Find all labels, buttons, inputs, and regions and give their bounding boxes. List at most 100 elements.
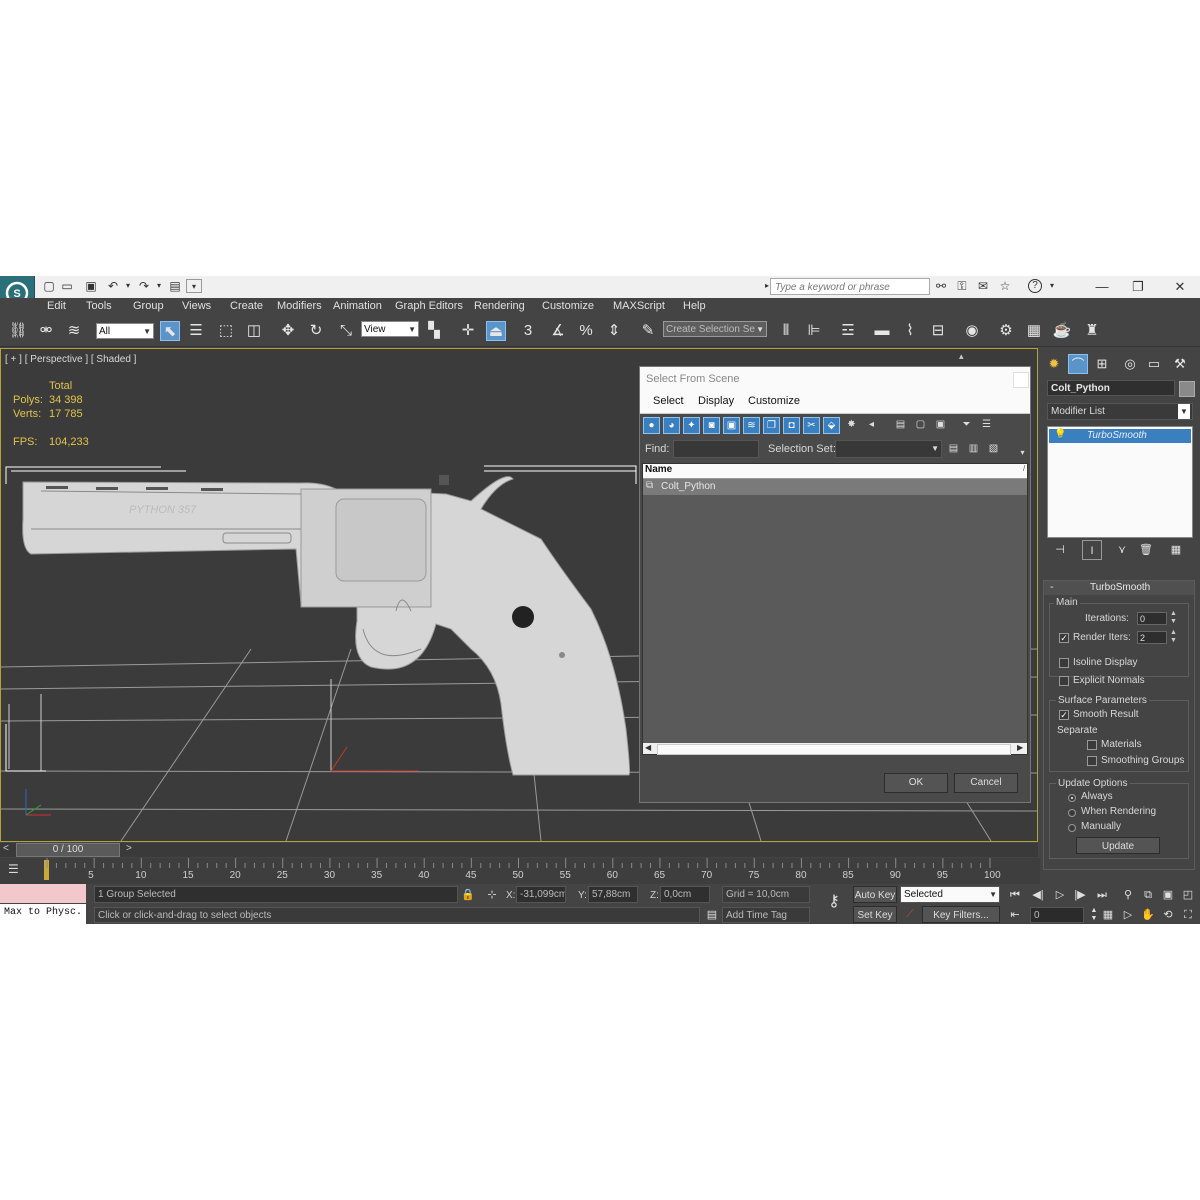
select-and-rotate-icon[interactable]: ↻ <box>306 321 326 341</box>
modifier-bulb-icon[interactable]: 💡 <box>1054 429 1066 440</box>
maxscript-mini-listener[interactable]: Max to Physc. <box>0 904 86 924</box>
select-and-move-icon[interactable]: ✥ <box>278 321 298 341</box>
current-frame-field[interactable]: 0 <box>1030 907 1084 923</box>
filter-funnel-icon[interactable]: ⏷ <box>958 417 975 434</box>
ribbon-toggle-icon[interactable]: ▬ <box>872 321 892 341</box>
play-icon[interactable]: ▷ <box>1052 888 1068 902</box>
dialog-options-dropdown-icon[interactable]: ▾ <box>1014 445 1031 462</box>
iterations-spinner[interactable]: 0 <box>1137 612 1167 625</box>
menu-edit[interactable]: Edit <box>47 300 66 312</box>
default-tangents-icon[interactable]: ⟋ <box>902 907 918 921</box>
time-slider-thumb[interactable]: 0 / 100 <box>16 843 120 857</box>
absolute-transform-icon[interactable]: ⊹ <box>484 888 500 902</box>
maxscript-listener-pink[interactable] <box>0 884 86 903</box>
display-groups-icon[interactable]: ❐ <box>763 417 780 434</box>
menu-animation[interactable]: Animation <box>333 300 382 312</box>
modifier-stack-item[interactable]: 💡 TurboSmooth <box>1049 429 1191 443</box>
update-when-rendering-radio[interactable] <box>1068 809 1076 817</box>
display-xrefs-icon[interactable]: ◘ <box>783 417 800 434</box>
zoom-all-icon[interactable]: ⧉ <box>1140 888 1156 902</box>
unlink-selection-icon[interactable]: ⚮ <box>36 321 56 341</box>
dialog-title-bar[interactable]: Select From Scene <box>640 367 1030 391</box>
display-bones-icon[interactable]: ✂ <box>803 417 820 434</box>
display-helpers-icon[interactable]: ▣ <box>723 417 740 434</box>
select-object-icon[interactable]: ⬉ <box>160 321 180 341</box>
explicit-normals-checkbox[interactable] <box>1059 676 1069 686</box>
display-shapes-icon[interactable]: ◕ <box>663 417 680 434</box>
pan-view-icon[interactable]: ✋ <box>1140 908 1156 922</box>
help-dropdown-icon[interactable]: ▾ <box>1045 279 1059 293</box>
dialog-menu-customize[interactable]: Customize <box>748 395 800 407</box>
time-tag-icon[interactable]: ▤ <box>704 908 720 922</box>
rollout-collapse-icon[interactable]: - <box>1050 581 1054 593</box>
pivot-center-icon[interactable]: ▚ <box>424 321 444 341</box>
auto-key-button[interactable]: Auto Key <box>853 886 897 903</box>
name-column-header[interactable]: Name <box>645 464 672 475</box>
select-and-manipulate-icon[interactable]: ✛ <box>458 321 478 341</box>
update-manually-radio[interactable] <box>1068 824 1076 832</box>
mirror-icon[interactable]: ⫴ <box>776 321 796 341</box>
go-to-start-icon[interactable]: ⏮ <box>1007 888 1023 902</box>
menu-modifiers[interactable]: Modifiers <box>277 300 322 312</box>
menu-create[interactable]: Create <box>230 300 263 312</box>
previous-frame-icon[interactable]: ◀| <box>1030 888 1046 902</box>
configure-modifier-sets-icon[interactable]: ▦ <box>1166 540 1186 560</box>
menu-customize[interactable]: Customize <box>542 300 594 312</box>
select-and-link-icon[interactable]: ⛓ <box>8 321 28 341</box>
rollout-header[interactable]: - TurboSmooth <box>1044 581 1194 595</box>
display-space-warps-icon[interactable]: ≋ <box>743 417 760 434</box>
menu-tools[interactable]: Tools <box>86 300 112 312</box>
search-input[interactable]: Type a keyword or phrase <box>770 278 930 295</box>
undo-dropdown-icon[interactable]: ▾ <box>121 279 135 293</box>
display-tab-icon[interactable]: ▭ <box>1144 354 1164 374</box>
curve-editor-icon[interactable]: ⌇ <box>900 321 920 341</box>
iterations-spinner-arrows-icon[interactable]: ▲ ▼ <box>1170 610 1177 626</box>
filter-options-icon[interactable]: ☰ <box>978 417 995 434</box>
render-setup-icon[interactable]: ⚙ <box>996 321 1016 341</box>
time-slider-prev-icon[interactable]: < <box>3 843 9 854</box>
edit-named-selection-icon[interactable]: ✎ <box>638 321 658 341</box>
zoom-icon[interactable]: ⚲ <box>1120 888 1136 902</box>
menu-graph-editors[interactable]: Graph Editors <box>395 300 463 312</box>
modify-tab-icon[interactable]: ⌒ <box>1068 354 1088 374</box>
render-iters-checkbox[interactable]: ✓ <box>1059 633 1069 643</box>
utilities-tab-icon[interactable]: ⚒ <box>1170 354 1190 374</box>
x-coord-field[interactable]: -31,099cm <box>516 886 566 903</box>
scroll-thumb[interactable] <box>657 744 1011 755</box>
menu-rendering[interactable]: Rendering <box>474 300 525 312</box>
display-all-icon[interactable]: ▤ <box>892 417 909 434</box>
redo-dropdown-icon[interactable]: ▾ <box>152 279 166 293</box>
project-folder-icon[interactable]: ▤ <box>168 279 182 293</box>
display-geometry-icon[interactable]: ● <box>643 417 660 434</box>
pin-stack-icon[interactable]: ⊣ <box>1050 540 1070 560</box>
display-invert-icon[interactable]: ▣ <box>932 417 949 434</box>
next-frame-icon[interactable]: |▶ <box>1072 888 1088 902</box>
zoom-extents-icon[interactable]: ▣ <box>1160 888 1176 902</box>
hierarchy-tab-icon[interactable]: ⊞ <box>1092 354 1112 374</box>
selection-lock-icon[interactable]: 🔒 <box>460 888 476 902</box>
favorites-star-icon[interactable]: ☆ <box>998 279 1012 293</box>
maximize-viewport-icon[interactable]: ⛶ <box>1180 908 1196 922</box>
zoom-extents-all-icon[interactable]: ◰ <box>1180 888 1196 902</box>
menu-maxscript[interactable]: MAXScript <box>613 300 665 312</box>
material-editor-icon[interactable]: ◉ <box>962 321 982 341</box>
align-icon[interactable]: ⊫ <box>804 321 824 341</box>
communication-center-icon[interactable]: ✉ <box>976 279 990 293</box>
list-horizontal-scrollbar[interactable]: ◀ ▶ <box>643 743 1027 755</box>
restore-button[interactable]: ❐ <box>1128 278 1148 296</box>
time-slider-track[interactable]: < 0 / 100 > <box>0 843 1038 857</box>
show-end-result-icon[interactable]: I <box>1082 540 1102 560</box>
smoothing-groups-checkbox[interactable] <box>1087 756 1097 766</box>
layer-manager-icon[interactable]: ☲ <box>838 321 858 341</box>
viewport-resize-handle[interactable]: ▴ <box>959 351 964 362</box>
remove-from-selection-set-icon[interactable]: ▧ <box>985 441 1002 458</box>
display-hidden-icon[interactable]: ◂ <box>863 417 880 434</box>
display-cameras-icon[interactable]: ◙ <box>703 417 720 434</box>
set-key-button[interactable]: Set Key <box>853 906 897 923</box>
trackbar[interactable]: ☰ 5 10 15 20 25 30 35 40 45 50 55 60 65 70 75 80 85 90 95 1… <box>0 858 1040 884</box>
scroll-left-icon[interactable]: ◀ <box>645 743 651 752</box>
save-file-icon[interactable]: ▣ <box>84 279 98 293</box>
add-to-selection-set-icon[interactable]: ▥ <box>965 441 982 458</box>
y-coord-field[interactable]: 57,88cm <box>588 886 638 903</box>
binoculars-icon[interactable]: ⚯ <box>934 279 948 293</box>
